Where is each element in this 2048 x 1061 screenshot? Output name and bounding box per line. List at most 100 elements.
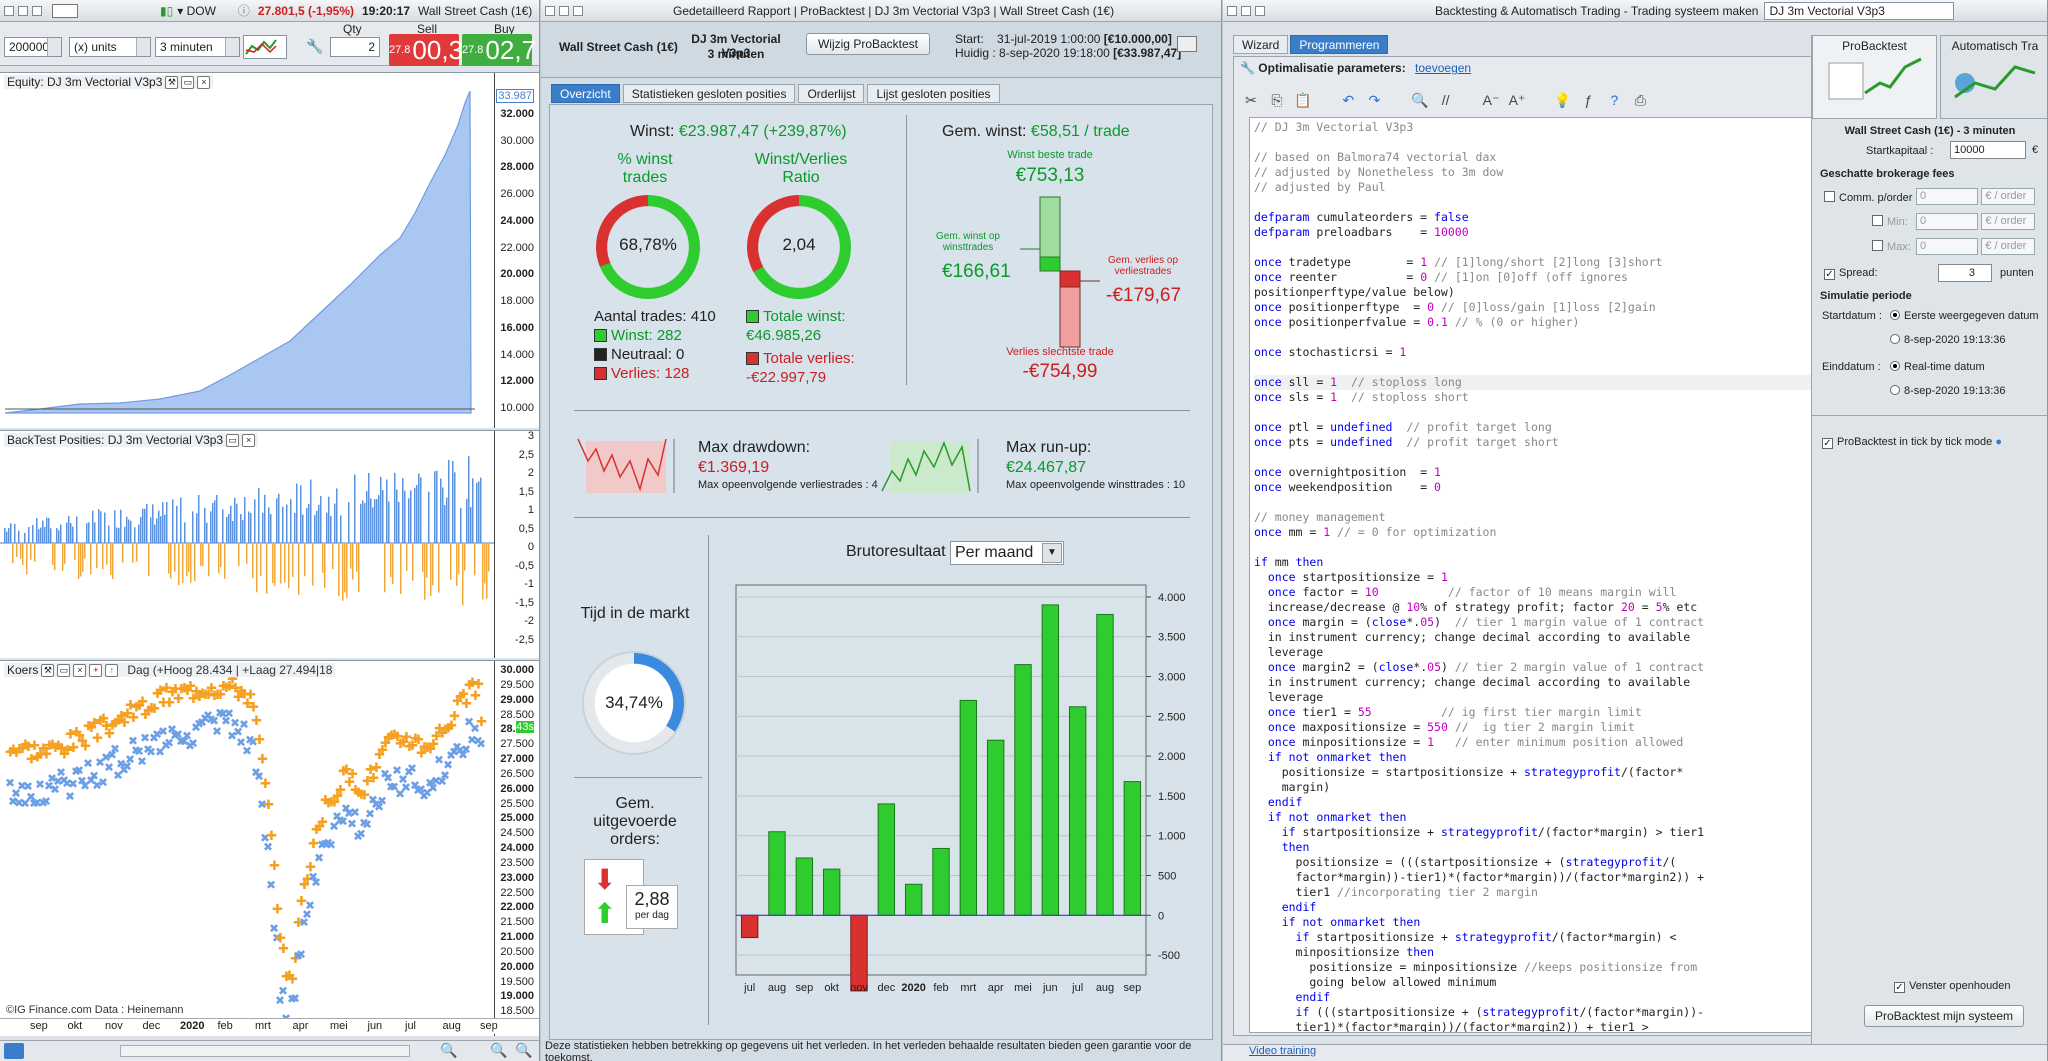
- code-line[interactable]: if startpositionsize + strategyprofit/(f…: [1254, 930, 1677, 945]
- close-icon[interactable]: ×: [197, 75, 211, 89]
- keyboard-icon[interactable]: [52, 3, 78, 18]
- code-line[interactable]: leverage: [1254, 690, 1323, 705]
- maximize-window-button[interactable]: [573, 5, 583, 16]
- code-line[interactable]: if not onmarket then: [1254, 810, 1407, 825]
- minimize-window-button[interactable]: [1241, 5, 1251, 16]
- comment-icon[interactable]: //: [1437, 92, 1455, 110]
- print-icon[interactable]: [1177, 36, 1197, 52]
- tab-probacktest[interactable]: ProBacktest: [1812, 35, 1937, 119]
- tick-mode-checkbox[interactable]: ✓: [1822, 438, 1833, 449]
- comm-input[interactable]: 0: [1916, 188, 1978, 205]
- minimize-window-button[interactable]: [559, 5, 569, 16]
- code-line[interactable]: once pts = undefined // profit target sh…: [1254, 435, 1559, 450]
- zoom-out-icon[interactable]: 🔍: [490, 1042, 507, 1059]
- end-realtime-radio[interactable]: [1890, 361, 1900, 371]
- code-line[interactable]: positionsize = minpositionsize //keeps p…: [1254, 960, 1697, 975]
- wrench-icon[interactable]: 🔧: [306, 38, 323, 55]
- window-icon[interactable]: ▭: [226, 433, 240, 447]
- min-input[interactable]: 0: [1916, 213, 1978, 230]
- code-line[interactable]: once margin = (close*.05) // tier 1 marg…: [1254, 615, 1704, 630]
- zoom-in-icon[interactable]: 🔍: [515, 1042, 532, 1059]
- system-name-field[interactable]: DJ 3m Vectorial V3p3: [1764, 1, 1955, 20]
- copy-icon[interactable]: ⎘: [1268, 92, 1286, 110]
- paste-icon[interactable]: 📋: [1294, 92, 1312, 110]
- buy-button[interactable]: 27.802,7: [462, 34, 536, 66]
- code-line[interactable]: once stochasticrsi = 1: [1254, 345, 1406, 360]
- font-larger-icon[interactable]: A⁺: [1508, 92, 1526, 110]
- lightbulb-icon[interactable]: 💡: [1553, 92, 1571, 110]
- code-line[interactable]: endif: [1254, 795, 1303, 810]
- code-line[interactable]: once mm = 1 // = 0 for optimization: [1254, 525, 1496, 540]
- info-icon[interactable]: ⓘ: [238, 2, 250, 19]
- code-line[interactable]: if not onmarket then: [1254, 750, 1407, 765]
- window-icon[interactable]: ▭: [57, 663, 71, 677]
- code-line[interactable]: once factor = 10 // factor of 10 means m…: [1254, 585, 1677, 600]
- close-window-button[interactable]: [545, 5, 555, 16]
- code-line[interactable]: in instrument currency; change decimal a…: [1254, 675, 1690, 690]
- tab-gesloten-posities[interactable]: Lijst gesloten posities: [867, 84, 1000, 103]
- wrench-icon[interactable]: ⚒: [165, 75, 179, 89]
- code-line[interactable]: if startpositionsize + strategyprofit/(f…: [1254, 825, 1704, 840]
- close-icon[interactable]: ×: [73, 663, 87, 677]
- code-line[interactable]: if mm then: [1254, 555, 1323, 570]
- close-icon[interactable]: ×: [242, 433, 256, 447]
- code-line[interactable]: increase/decrease @ 10% of strategy prof…: [1254, 600, 1697, 615]
- code-line[interactable]: once overnightposition = 1: [1254, 465, 1441, 480]
- code-line[interactable]: positionperftype/value below): [1254, 285, 1455, 300]
- code-line[interactable]: once tier1 = 55 // ig first tier margin …: [1254, 705, 1642, 720]
- code-line[interactable]: leverage: [1254, 645, 1323, 660]
- function-icon[interactable]: ƒ: [1579, 92, 1597, 110]
- tab-wizard[interactable]: Wizard: [1233, 35, 1289, 54]
- code-line[interactable]: in instrument currency; change decimal a…: [1254, 630, 1690, 645]
- venster-checkbox[interactable]: ✓: [1894, 982, 1905, 993]
- code-line[interactable]: once tradetype = 1 // [1]long/short [2]l…: [1254, 255, 1663, 270]
- wrench-icon[interactable]: ⚒: [41, 663, 55, 677]
- instrument-dropdown[interactable]: ▾ DOW: [177, 4, 216, 18]
- code-line[interactable]: // based on Balmora74 vectorial dax: [1254, 150, 1496, 165]
- share-icon[interactable]: [4, 1043, 24, 1059]
- code-line[interactable]: tier1 //incorporating tier 2 margin: [1254, 885, 1538, 900]
- code-line[interactable]: once startpositionsize = 1: [1254, 570, 1448, 585]
- code-line[interactable]: once positionperftype = 0 // [0]loss/gai…: [1254, 300, 1656, 315]
- code-line[interactable]: if (((startpositionsize + (strategyprofi…: [1254, 1005, 1705, 1020]
- print-icon[interactable]: ⎙: [1631, 92, 1649, 110]
- chart-scrollbar[interactable]: [120, 1045, 410, 1057]
- spread-input[interactable]: 3: [1938, 264, 1992, 282]
- code-line[interactable]: // money management: [1254, 510, 1386, 525]
- code-line[interactable]: once maxpositionsize = 550 // ig tier 2 …: [1254, 720, 1635, 735]
- sell-button[interactable]: 27.800,3: [389, 34, 463, 66]
- code-line[interactable]: once minpositionsize = 1 // enter minimu…: [1254, 735, 1683, 750]
- maximize-window-button[interactable]: [1255, 5, 1265, 16]
- code-line[interactable]: once margin2 = (close*.05) // tier 2 mar…: [1254, 660, 1704, 675]
- code-line[interactable]: going below allowed minimum: [1254, 975, 1496, 990]
- code-line[interactable]: factor*margin))-tier1)*(factor*margin))/…: [1254, 870, 1705, 885]
- close-window-button[interactable]: [1227, 5, 1237, 16]
- code-line[interactable]: then: [1254, 840, 1310, 855]
- video-training-link[interactable]: Video training: [1249, 1045, 1316, 1057]
- chat-icon[interactable]: ●: [1995, 436, 2002, 448]
- arrow-icon[interactable]: ↑: [105, 663, 119, 677]
- code-line[interactable]: defparam cumulateorders = false: [1254, 210, 1469, 225]
- spread-checkbox[interactable]: ✓: [1824, 269, 1835, 280]
- start-date-radio[interactable]: [1890, 334, 1900, 344]
- qty-input[interactable]: 2: [330, 37, 380, 57]
- code-line[interactable]: // adjusted by Paul: [1254, 180, 1386, 195]
- interval-select[interactable]: 3 minuten: [155, 37, 240, 57]
- max-input[interactable]: 0: [1916, 238, 1978, 255]
- max-checkbox[interactable]: [1872, 240, 1883, 251]
- chart-style-icon[interactable]: [243, 35, 287, 59]
- redo-icon[interactable]: ↷: [1365, 92, 1383, 110]
- help-icon[interactable]: ?: [1605, 92, 1623, 110]
- cut-icon[interactable]: ✂: [1242, 92, 1260, 110]
- period-select[interactable]: Per maand ▼: [950, 541, 1064, 565]
- code-line[interactable]: positionsize = (((startpositionsize + (s…: [1254, 855, 1677, 870]
- code-line[interactable]: once positionperfvalue = 0.1 // % (0 or …: [1254, 315, 1579, 330]
- tab-programmeren[interactable]: Programmeren: [1290, 35, 1389, 54]
- close-window-button[interactable]: [4, 5, 14, 16]
- search-icon[interactable]: 🔍: [1411, 92, 1429, 110]
- code-line[interactable]: once sls = 1 // stoploss short: [1254, 390, 1469, 405]
- tab-statistieken[interactable]: Statistieken gesloten posities: [622, 84, 796, 103]
- code-line[interactable]: endif: [1254, 900, 1317, 915]
- minimize-window-button[interactable]: [18, 5, 28, 16]
- code-line[interactable]: if not onmarket then: [1254, 915, 1421, 930]
